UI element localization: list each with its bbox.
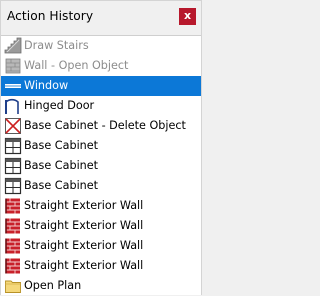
panel-title: Action History (7, 9, 94, 23)
history-item-label: Base Cabinet (24, 179, 99, 192)
exterior-wall-icon (5, 238, 20, 254)
window-icon (5, 84, 21, 88)
base-cabinet-icon (4, 157, 22, 175)
folder-icon (5, 280, 21, 293)
history-item-label: Wall - Open Object (24, 59, 129, 72)
stairs-icon (4, 37, 22, 54)
hinged-door-icon (5, 98, 19, 114)
exterior-wall-icon (5, 198, 20, 214)
history-item-exterior-wall-3[interactable]: Straight Exterior Wall (1, 236, 201, 256)
history-item-base-cabinet-2[interactable]: Base Cabinet (1, 156, 201, 176)
history-item-label: Base Cabinet (24, 139, 99, 152)
history-item-label: Straight Exterior Wall (24, 259, 144, 272)
history-item-label: Hinged Door (24, 99, 95, 112)
history-item-draw-stairs[interactable]: Draw Stairs (1, 36, 201, 56)
history-item-base-cabinet-1[interactable]: Base Cabinet (1, 136, 201, 156)
history-item-label: Straight Exterior Wall (24, 199, 144, 212)
panel-titlebar[interactable]: Action History x (1, 1, 201, 31)
exterior-wall-icon (5, 258, 20, 274)
history-item-exterior-wall-4[interactable]: Straight Exterior Wall (1, 256, 201, 276)
action-history-panel: Action History x Draw Stairs Wall - Open… (0, 0, 202, 295)
history-item-base-cabinet-delete[interactable]: Base Cabinet - Delete Object (1, 116, 201, 136)
wall-icon (5, 58, 21, 74)
base-cabinet-icon (4, 137, 22, 155)
history-item-label: Open Plan (24, 279, 82, 292)
close-button[interactable]: x (179, 8, 196, 25)
history-item-exterior-wall-1[interactable]: Straight Exterior Wall (1, 196, 201, 216)
history-item-open-plan[interactable]: Open Plan (1, 276, 201, 296)
base-cabinet-icon (4, 177, 22, 195)
exterior-wall-icon (5, 218, 20, 234)
delete-object-icon (5, 118, 21, 134)
history-item-label: Base Cabinet - Delete Object (24, 119, 186, 132)
history-item-label: Straight Exterior Wall (24, 239, 144, 252)
history-item-exterior-wall-2[interactable]: Straight Exterior Wall (1, 216, 201, 236)
history-item-base-cabinet-3[interactable]: Base Cabinet (1, 176, 201, 196)
history-item-hinged-door[interactable]: Hinged Door (1, 96, 201, 116)
history-item-label: Draw Stairs (24, 39, 89, 52)
history-item-window[interactable]: Window (1, 76, 201, 96)
history-item-label: Straight Exterior Wall (24, 219, 144, 232)
action-history-list: Draw Stairs Wall - Open Object Window Hi… (1, 35, 201, 295)
history-item-label: Window (24, 79, 69, 92)
history-item-wall-open-object[interactable]: Wall - Open Object (1, 56, 201, 76)
history-item-label: Base Cabinet (24, 159, 99, 172)
